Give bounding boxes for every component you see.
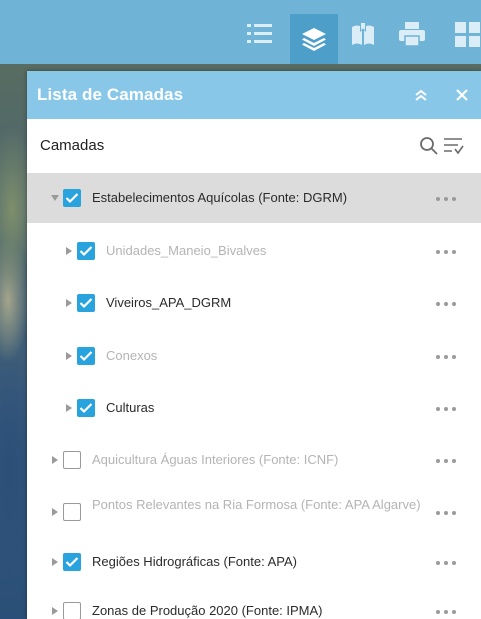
layer-visibility-checkbox[interactable]	[77, 242, 95, 260]
layer-options-button[interactable]	[436, 406, 456, 412]
layers-icon	[302, 28, 326, 51]
layer-label: Culturas	[106, 400, 155, 415]
layer-options-button[interactable]	[436, 609, 456, 615]
layer-row[interactable]: Conexos	[27, 331, 481, 381]
checkmark-icon	[79, 403, 93, 414]
panel-header: Lista de Camadas	[27, 71, 481, 119]
layer-label: Estabelecimentos Aquícolas (Fonte: DGRM)	[92, 190, 348, 205]
double-chevron-up-icon	[415, 89, 427, 101]
layer-visibility-checkbox[interactable]	[63, 602, 81, 619]
layers-heading: Camadas	[40, 137, 105, 154]
layer-label: Regiões Hidrográficas (Fonte: APA)	[92, 554, 297, 569]
collapse-button[interactable]	[411, 85, 431, 105]
expand-down-icon[interactable]	[50, 193, 60, 203]
layers-subheader: Camadas	[27, 119, 481, 169]
layer-options-button[interactable]	[436, 510, 456, 516]
grid-button[interactable]	[446, 14, 481, 54]
layer-list-button[interactable]	[240, 14, 280, 54]
bookmark-button[interactable]	[343, 14, 383, 54]
layer-row[interactable]: Pontos Relevantes na Ria Formosa (Fonte:…	[27, 485, 481, 539]
checkmark-icon	[65, 193, 79, 204]
layer-list-icon	[247, 24, 272, 43]
layer-label: Aquicultura Águas Interiores (Fonte: ICN…	[92, 452, 339, 467]
layer-row[interactable]: Regiões Hidrográficas (Fonte: APA)	[27, 537, 481, 587]
layer-list-panel: Lista de Camadas Camadas Estabelecimento…	[27, 71, 481, 619]
layer-label: Conexos	[106, 348, 158, 363]
layer-options-button[interactable]	[436, 301, 456, 307]
layer-options-button[interactable]	[436, 560, 456, 566]
filter-list-icon	[444, 138, 464, 155]
layer-row[interactable]: Unidades_Maneio_Bivalves	[27, 226, 481, 276]
grid-icon	[455, 22, 480, 47]
layer-visibility-checkbox[interactable]	[63, 451, 81, 469]
layer-visibility-checkbox[interactable]	[63, 189, 81, 207]
layer-options-button[interactable]	[436, 458, 456, 464]
filter-button[interactable]	[442, 136, 464, 156]
layer-visibility-checkbox[interactable]	[77, 399, 95, 417]
layers-button[interactable]	[290, 14, 338, 64]
search-button[interactable]	[419, 136, 439, 156]
checkmark-icon	[79, 298, 93, 309]
expand-right-icon[interactable]	[50, 606, 60, 616]
bookmark-icon	[352, 22, 374, 45]
layer-row[interactable]: Estabelecimentos Aquícolas (Fonte: DGRM)	[27, 173, 481, 223]
layer-label: Pontos Relevantes na Ria Formosa (Fonte:…	[92, 497, 421, 512]
layer-label: Zonas de Produção 2020 (Fonte: IPMA)	[92, 603, 323, 618]
expand-right-icon[interactable]	[50, 557, 60, 567]
layer-label: Unidades_Maneio_Bivalves	[106, 243, 267, 258]
top-toolbar	[0, 0, 481, 64]
panel-title: Lista de Camadas	[37, 85, 184, 104]
expand-right-icon[interactable]	[50, 507, 60, 517]
layer-row[interactable]: Viveiros_APA_DGRM	[27, 278, 481, 328]
expand-right-icon[interactable]	[64, 246, 74, 256]
close-button[interactable]	[452, 85, 472, 105]
expand-right-icon[interactable]	[64, 351, 74, 361]
layer-visibility-checkbox[interactable]	[77, 294, 95, 312]
checkmark-icon	[65, 557, 79, 568]
checkmark-icon	[79, 351, 93, 362]
layer-options-button[interactable]	[436, 249, 456, 255]
layer-row[interactable]: Aquicultura Águas Interiores (Fonte: ICN…	[27, 435, 481, 485]
print-icon	[399, 22, 425, 47]
expand-right-icon[interactable]	[64, 298, 74, 308]
layer-visibility-checkbox[interactable]	[63, 503, 81, 521]
print-button[interactable]	[392, 14, 432, 54]
layer-options-button[interactable]	[436, 196, 456, 202]
layer-label: Viveiros_APA_DGRM	[106, 295, 232, 310]
checkmark-icon	[79, 246, 93, 257]
expand-right-icon[interactable]	[50, 455, 60, 465]
expand-right-icon[interactable]	[64, 403, 74, 413]
layer-row[interactable]: Culturas	[27, 383, 481, 433]
search-icon	[420, 137, 438, 155]
layer-options-button[interactable]	[436, 354, 456, 360]
layer-visibility-checkbox[interactable]	[77, 347, 95, 365]
layer-row[interactable]: Zonas de Produção 2020 (Fonte: IPMA)	[27, 586, 481, 619]
close-icon	[456, 89, 468, 101]
layer-visibility-checkbox[interactable]	[63, 553, 81, 571]
